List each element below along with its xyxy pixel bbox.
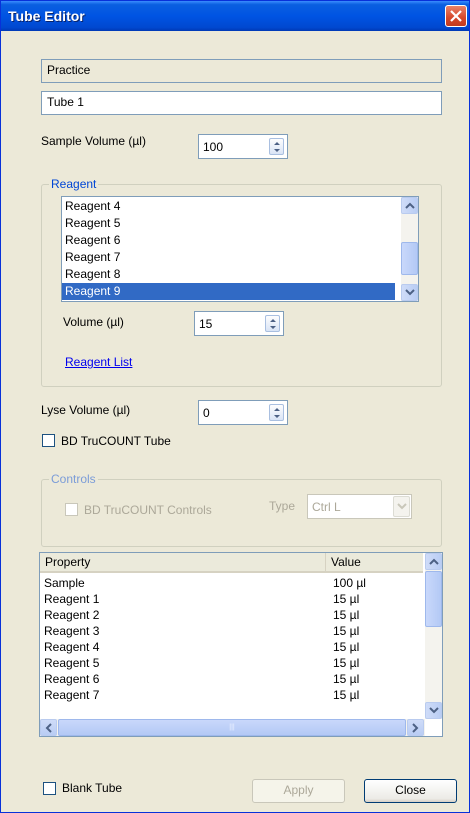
property-grid[interactable]: Property Value Sample 100 µl Reagent 1 15 µ… [39,552,443,737]
chevron-down-icon [429,707,439,714]
property-name-cell: Reagent 2 [44,608,100,622]
experiment-name: Practice [47,63,91,77]
trucount-controls-label: BD TruCOUNT Controls [84,503,212,517]
grid-scroll-down-button[interactable] [425,702,442,719]
controls-group-label: Controls [49,472,98,486]
sample-volume-label: Sample Volume (µl) [41,134,146,148]
lyse-volume-spin-buttons[interactable] [269,404,284,421]
control-type-dropdown-button[interactable] [393,496,410,517]
reagent-scroll-down-button[interactable] [401,284,418,301]
property-row[interactable]: Reagent 1 15 µl [40,591,423,607]
trucount-controls-checkbox[interactable] [65,503,78,516]
property-grid-hscrollbar[interactable]: ||| [40,719,425,736]
chevron-left-icon [45,723,52,733]
property-name-cell: Reagent 6 [44,672,100,686]
property-grid-vscrollbar[interactable] [425,553,442,719]
reagent-scroll-thumb[interactable] [401,242,418,275]
reagent-volume-label: Volume (µl) [63,315,124,329]
property-value-cell: 15 µl [333,640,360,654]
sample-volume-spin-buttons[interactable] [269,138,284,155]
chevron-down-icon [397,503,407,510]
property-value-cell: 15 µl [333,592,360,606]
sample-volume-value: 100 [203,140,224,154]
up-down-arrows-icon [270,319,276,329]
reagent-volume-spin-buttons[interactable] [265,315,280,332]
reagent-list-item[interactable]: Reagent 7 [62,249,395,266]
property-name-cell: Reagent 1 [44,592,100,606]
control-type-select[interactable]: Ctrl L [307,494,412,519]
property-value-cell: 15 µl [333,672,360,686]
chevron-up-icon [429,558,439,565]
trucount-tube-checkbox[interactable] [42,434,55,447]
dialog-body: Practice Tube 1 Sample Volume (µl) 100 R… [1,31,469,812]
reagent-list-item[interactable]: Reagent 9 [62,283,395,300]
reagent-group-label: Reagent [49,177,99,191]
reagent-list-item[interactable]: Reagent 4 [62,198,395,215]
trucount-tube-label: BD TruCOUNT Tube [61,434,171,448]
control-type-value: Ctrl L [312,500,341,514]
sample-volume-stepper[interactable]: 100 [198,134,288,159]
property-header-label: Property [45,555,91,569]
reagent-list-item[interactable]: Reagent 5 [62,215,395,232]
property-row[interactable]: Reagent 5 15 µl [40,655,423,671]
reagent-scroll-up-button[interactable] [401,197,418,214]
property-name-cell: Reagent 4 [44,640,100,654]
chevron-right-icon [412,723,419,733]
chevron-down-icon [405,289,415,296]
property-value-cell: 15 µl [333,608,360,622]
grid-scroll-up-button[interactable] [425,553,442,570]
close-button[interactable]: Close [364,779,457,803]
reagent-list-item[interactable]: Reagent 6 [62,232,395,249]
property-name-cell: Sample [44,576,85,590]
property-name-cell: Reagent 7 [44,688,100,702]
apply-button[interactable]: Apply [252,779,345,803]
tube-name-input[interactable]: Tube 1 [41,91,442,115]
property-row[interactable]: Reagent 7 15 µl [40,687,423,703]
reagent-listbox[interactable]: Reagent 4 Reagent 5 Reagent 6 Reagent 7 Reag… [61,196,419,302]
property-column-header[interactable]: Property [40,553,326,571]
property-row[interactable]: Reagent 6 15 µl [40,671,423,687]
lyse-volume-value: 0 [203,406,210,420]
window-close-button[interactable] [445,5,467,27]
reagent-list-scrollbar[interactable] [401,197,418,301]
property-grid-header: Property Value [40,553,423,573]
experiment-name-field: Practice [41,59,442,83]
grid-hscroll-thumb[interactable]: ||| [58,719,406,736]
grid-scroll-right-button[interactable] [407,719,424,736]
property-value-cell: 15 µl [333,688,360,702]
close-icon [450,10,462,22]
blank-tube-checkbox[interactable] [43,782,56,795]
lyse-volume-stepper[interactable]: 0 [198,400,288,425]
tube-name-value: Tube 1 [47,95,84,109]
property-name-cell: Reagent 3 [44,624,100,638]
property-value-cell: 100 µl [333,576,366,590]
grid-scroll-left-button[interactable] [40,719,57,736]
property-row[interactable]: Sample 100 µl [40,575,423,591]
reagent-volume-stepper[interactable]: 15 [194,311,284,336]
up-down-arrows-icon [274,408,280,418]
tube-editor-window: Tube Editor Practice Tube 1 Sample Volum… [0,0,470,813]
reagent-list-link[interactable]: Reagent List [65,355,132,369]
property-name-cell: Reagent 5 [44,656,100,670]
property-value-cell: 15 µl [333,624,360,638]
property-value-cell: 15 µl [333,656,360,670]
reagent-list-item[interactable]: Reagent 8 [62,266,395,283]
title-bar[interactable]: Tube Editor [1,1,469,31]
reagent-volume-value: 15 [199,317,213,331]
lyse-volume-label: Lyse Volume (µl) [41,403,131,417]
property-row[interactable]: Reagent 3 15 µl [40,623,423,639]
grid-vscroll-thumb[interactable] [425,571,442,627]
property-row[interactable]: Reagent 2 15 µl [40,607,423,623]
up-down-arrows-icon [274,142,280,152]
value-column-header[interactable]: Value [326,553,423,571]
property-row[interactable]: Reagent 4 15 µl [40,639,423,655]
control-type-label: Type [269,499,296,513]
chevron-up-icon [405,202,415,209]
blank-tube-label: Blank Tube [62,781,123,795]
value-header-label: Value [331,555,361,569]
window-title: Tube Editor [8,8,85,24]
